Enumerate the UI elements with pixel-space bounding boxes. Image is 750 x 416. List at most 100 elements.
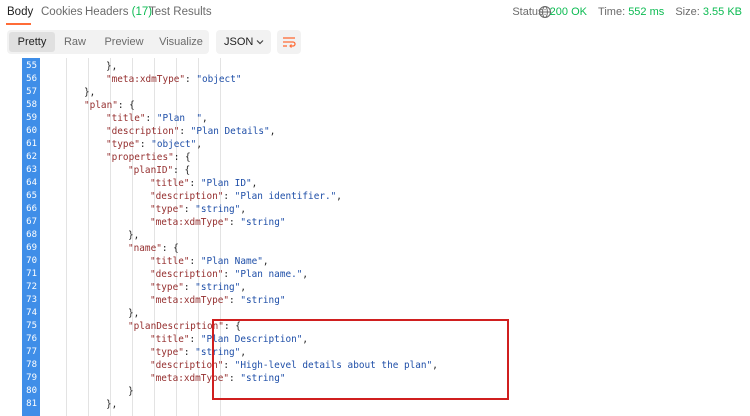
json-string: "Plan ID" <box>200 178 252 189</box>
code-text: } <box>128 385 134 398</box>
line-number: 57 <box>26 87 37 97</box>
json-punctuation: , <box>336 191 342 202</box>
code-line: 67 "meta:xdmType": "string" <box>0 216 750 229</box>
code-text: "title": "Plan Name", <box>150 255 269 268</box>
view-pretty-button[interactable]: Pretty <box>9 32 55 52</box>
line-number: 76 <box>26 334 37 344</box>
json-key: "description" <box>150 191 224 202</box>
json-punctuation: , <box>240 282 246 293</box>
tab-headers[interactable]: Headers (17) <box>85 6 152 18</box>
json-punctuation: : <box>145 113 157 124</box>
json-string: "string" <box>195 282 241 293</box>
line-number: 70 <box>26 256 37 266</box>
json-key: "title" <box>106 113 146 124</box>
tab-test-results[interactable]: Test Results <box>149 6 212 18</box>
code-text: "meta:xdmType": "string" <box>150 294 285 307</box>
line-number: 56 <box>26 74 37 84</box>
line-number: 77 <box>26 347 37 357</box>
code-text: "title": "Plan ID", <box>150 177 257 190</box>
code-text: "name": { <box>128 242 179 255</box>
json-key: "description" <box>150 269 224 280</box>
view-raw-button[interactable]: Raw <box>59 34 91 50</box>
code-text: "title": "Plan ", <box>106 112 208 125</box>
wrap-lines-button[interactable] <box>277 30 301 54</box>
code-text: "meta:xdmType": "object" <box>106 73 241 86</box>
line-number: 81 <box>26 399 37 409</box>
line-number: 61 <box>26 139 37 149</box>
code-line: 55}, <box>0 60 750 73</box>
json-punctuation: : <box>223 269 235 280</box>
tab-cookies[interactable]: Cookies <box>41 6 83 18</box>
json-string: "object" <box>196 74 242 85</box>
code-text: "description": "Plan Details", <box>106 125 275 138</box>
json-key: "type" <box>150 347 184 358</box>
json-punctuation: : { <box>173 152 191 163</box>
code-line: 62 "properties": { <box>0 151 750 164</box>
line-number: 60 <box>26 126 37 136</box>
view-preview-button[interactable]: Preview <box>101 34 147 50</box>
json-punctuation: : <box>189 178 201 189</box>
json-key: "planDescription" <box>128 321 224 332</box>
json-key: "meta:xdmType" <box>150 295 230 306</box>
format-value: JSON <box>224 36 254 48</box>
line-number: 72 <box>26 282 37 292</box>
line-number: 71 <box>26 269 37 279</box>
json-string: "Plan Details" <box>190 126 270 137</box>
response-time[interactable]: Time: 552 ms <box>598 6 664 18</box>
line-number: 75 <box>26 321 37 331</box>
line-number: 58 <box>26 100 37 110</box>
tab-body[interactable]: Body <box>7 6 33 18</box>
code-text: "type": "object", <box>106 138 202 151</box>
code-text: "properties": { <box>106 151 191 164</box>
json-string: "string" <box>240 217 286 228</box>
response-tabs-bar: Body Cookies Headers (17) Test Results S… <box>0 0 750 26</box>
code-line: 66 "type": "string", <box>0 203 750 216</box>
code-line: 56 "meta:xdmType": "object" <box>0 73 750 86</box>
json-key: "properties" <box>106 152 174 163</box>
line-number: 74 <box>26 308 37 318</box>
json-punctuation: : <box>229 217 241 228</box>
code-text: "meta:xdmType": "string" <box>150 216 285 229</box>
json-punctuation: : <box>185 74 197 85</box>
json-key: "name" <box>128 243 162 254</box>
code-text: }, <box>106 60 117 73</box>
json-punctuation: , <box>251 178 258 189</box>
line-number: 65 <box>26 191 37 201</box>
response-body-code[interactable]: 55}, 56 "meta:xdmType": "object" 57}, 58 "pla… <box>0 58 750 416</box>
json-punctuation: }, <box>106 399 118 410</box>
json-punctuation: : <box>183 204 196 215</box>
line-number: 80 <box>26 386 37 396</box>
json-punctuation: } <box>128 386 134 397</box>
response-size[interactable]: Size: 3.55 KB <box>675 6 742 18</box>
json-punctuation: : <box>139 139 152 150</box>
json-punctuation: , <box>201 113 208 124</box>
highlight-box-plan-description <box>212 319 509 400</box>
json-string: "Plan name." <box>234 269 303 280</box>
json-punctuation: , <box>240 204 246 215</box>
json-punctuation: }, <box>84 87 96 98</box>
chevron-down-icon <box>256 40 264 45</box>
view-visualize-button[interactable]: Visualize <box>155 34 207 50</box>
json-punctuation: : <box>179 126 191 137</box>
code-line: 71 "description": "Plan name.", <box>0 268 750 281</box>
format-select[interactable]: JSON <box>216 30 271 54</box>
code-line: 65 "description": "Plan identifier.", <box>0 190 750 203</box>
response-status-area: Status: 200 OK Time: 552 ms Size: 3.55 K… <box>504 6 742 18</box>
json-punctuation: : <box>189 256 201 267</box>
status-code[interactable]: Status: 200 OK <box>512 6 587 18</box>
view-toolbar: Pretty Raw Preview Visualize JSON <box>0 26 750 58</box>
code-line: 58 "plan": { <box>0 99 750 112</box>
json-string: "Plan " <box>156 113 202 124</box>
tab-headers-label: Headers <box>85 6 129 18</box>
json-punctuation: , <box>262 256 269 267</box>
json-string: "string" <box>240 295 286 306</box>
json-key: "planID" <box>128 165 174 176</box>
json-string: "string" <box>195 204 241 215</box>
json-punctuation: , <box>196 139 202 150</box>
json-key: "title" <box>150 334 190 345</box>
json-punctuation: }, <box>128 230 140 241</box>
line-number: 78 <box>26 360 37 370</box>
json-punctuation: : { <box>117 100 135 111</box>
code-line: 70 "title": "Plan Name", <box>0 255 750 268</box>
code-line: 72 "type": "string", <box>0 281 750 294</box>
